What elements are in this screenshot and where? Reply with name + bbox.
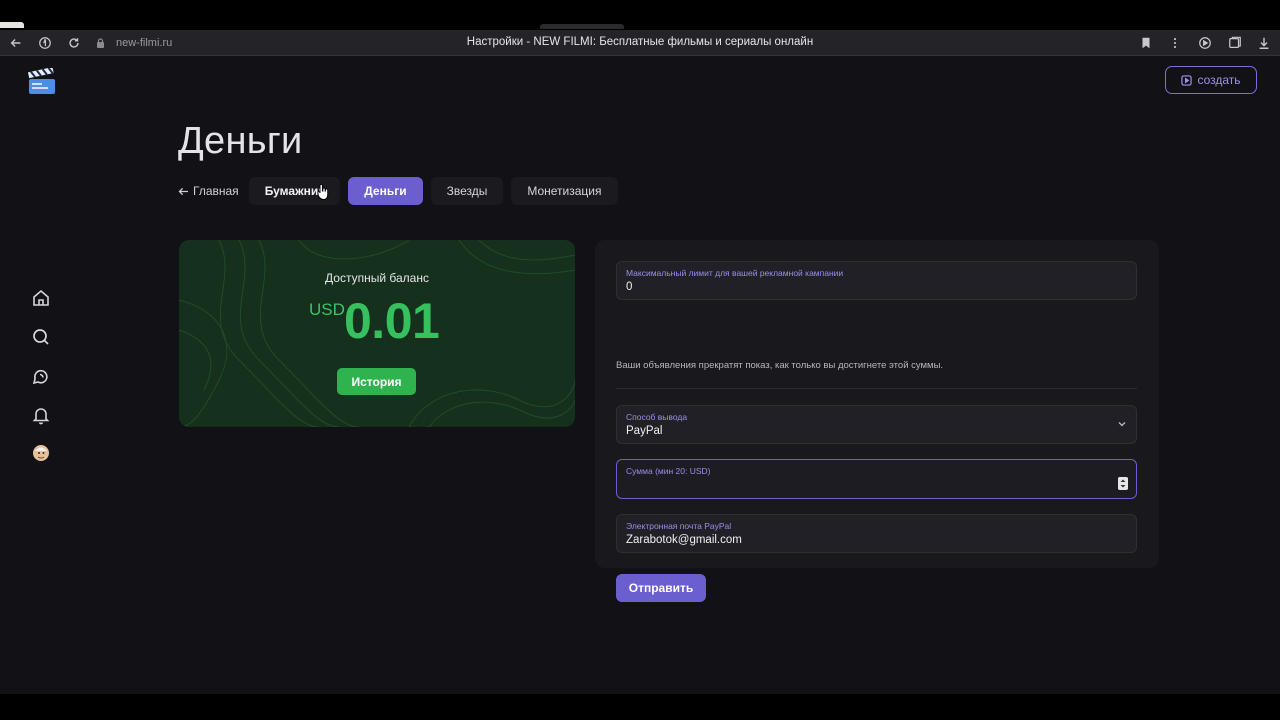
create-icon — [1181, 74, 1193, 86]
arrow-left-icon — [178, 187, 188, 195]
withdraw-method-label: Способ вывода — [626, 412, 688, 422]
browser-toolbar: new-filmi.ru Настройки - NEW FILMI: Бесп… — [0, 30, 1280, 56]
settings-tabs: Главная Бумажник Деньги Звезды Монетизац… — [178, 177, 626, 205]
bottom-letterbox — [0, 694, 1280, 720]
withdraw-method-select[interactable]: Способ вывода PayPal — [616, 405, 1137, 444]
campaign-limit-field[interactable]: Максимальный лимит для вашей рекламной к… — [616, 261, 1137, 300]
address-bar[interactable]: new-filmi.ru — [116, 37, 172, 49]
page-viewport: создать Деньги Главная Бумажник Деньги З… — [0, 56, 1280, 694]
site-logo-clapperboard-icon[interactable] — [27, 68, 57, 96]
media-play-icon[interactable] — [1196, 34, 1214, 52]
paypal-email-label: Электронная почта PayPal — [626, 521, 732, 531]
tab-monetization[interactable]: Монетизация — [511, 177, 618, 205]
balance-label: Доступный баланс — [325, 271, 429, 285]
withdraw-method-value[interactable]: PayPal — [626, 425, 662, 437]
history-button[interactable]: История — [337, 368, 416, 395]
divider — [616, 388, 1137, 389]
yandex-icon[interactable] — [36, 34, 54, 52]
search-icon[interactable] — [31, 327, 53, 349]
browser-tab[interactable] — [0, 22, 24, 28]
bell-icon[interactable] — [31, 405, 53, 427]
balance-amount: 0.01 — [344, 293, 440, 349]
browser-tab-active[interactable] — [540, 24, 624, 29]
hand-cursor-icon — [317, 183, 329, 200]
balance-currency: USD — [309, 300, 345, 319]
browser-tab-strip — [0, 0, 1280, 30]
window-title: Настройки - NEW FILMI: Бесплатные фильмы… — [466, 36, 814, 48]
avatar[interactable] — [31, 443, 53, 465]
lock-icon — [97, 38, 104, 48]
balance-card: Доступный баланс USD 0.01 История — [179, 240, 575, 427]
page-title: Деньги — [178, 120, 303, 162]
bookmark-icon[interactable] — [1137, 34, 1155, 52]
campaign-limit-value[interactable]: 0 — [626, 281, 632, 293]
amount-label: Сумма (мин 20: USD) — [626, 466, 711, 476]
paypal-email-value[interactable]: Zarabotok@gmail.com — [626, 534, 742, 546]
chat-icon[interactable] — [31, 366, 53, 388]
back-home-link[interactable]: Главная — [178, 184, 239, 198]
campaign-limit-label: Максимальный лимит для вашей рекламной к… — [626, 268, 844, 278]
collections-icon[interactable] — [1226, 34, 1244, 52]
create-button[interactable]: создать — [1165, 66, 1257, 94]
chevron-down-icon[interactable] — [1117, 419, 1127, 429]
create-button-label: создать — [1197, 73, 1241, 87]
more-menu-icon[interactable] — [1166, 34, 1184, 52]
number-stepper-icon[interactable] — [1118, 477, 1128, 490]
campaign-limit-hint: Ваши объявления прекратят показ, как тол… — [616, 360, 944, 371]
tab-stars[interactable]: Звезды — [430, 177, 504, 205]
withdraw-form-panel: Максимальный лимит для вашей рекламной к… — [595, 240, 1159, 602]
home-icon[interactable] — [31, 288, 53, 310]
back-home-label: Главная — [193, 184, 239, 198]
submit-button[interactable]: Отправить — [616, 574, 706, 602]
reload-icon[interactable] — [65, 34, 83, 52]
back-arrow-icon[interactable] — [7, 34, 25, 52]
tab-money[interactable]: Деньги — [348, 177, 423, 205]
download-icon[interactable] — [1255, 34, 1273, 52]
paypal-email-field[interactable]: Электронная почта PayPal Zarabotok@gmail… — [616, 514, 1137, 553]
amount-input[interactable]: Сумма (мин 20: USD) — [616, 459, 1137, 499]
